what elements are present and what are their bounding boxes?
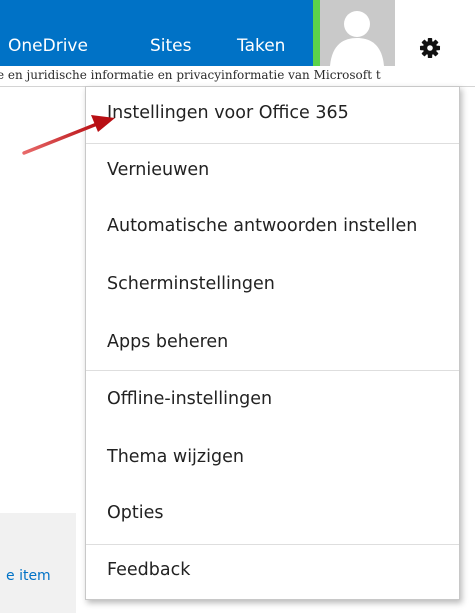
legal-privacy-text[interactable]: e en juridische informatie en privacyinf…	[0, 66, 381, 85]
user-avatar-icon	[330, 11, 384, 66]
menu-item-options[interactable]: Opties	[86, 487, 459, 543]
menu-item-display-settings[interactable]: Scherminstellingen	[86, 258, 459, 314]
menu-item-label: Automatische antwoorden instellen	[107, 216, 418, 236]
menu-item-feedback[interactable]: Feedback	[86, 545, 459, 601]
menu-item-label: Feedback	[107, 560, 191, 580]
top-navigation-bar: OneDrive Sites Taken	[0, 0, 475, 66]
settings-menu: Instellingen voor Office 365 Vernieuwen …	[85, 86, 460, 600]
left-pane-footer	[0, 513, 76, 613]
menu-item-label: Apps beheren	[107, 332, 229, 352]
menu-item-label: Offline-instellingen	[107, 389, 273, 409]
user-avatar-button[interactable]	[320, 0, 395, 66]
gear-icon	[420, 38, 440, 58]
settings-button[interactable]	[395, 0, 475, 66]
legal-privacy-bar: e en juridische informatie en privacyinf…	[0, 66, 475, 87]
menu-item-label: Thema wijzigen	[107, 447, 244, 467]
menu-item-label: Instellingen voor Office 365	[107, 103, 349, 123]
nav-taken[interactable]: Taken	[237, 36, 285, 56]
menu-item-label: Scherminstellingen	[107, 274, 275, 294]
menu-item-manage-apps[interactable]: Apps beheren	[86, 316, 459, 372]
menu-item-label: Vernieuwen	[107, 160, 210, 180]
menu-item-refresh[interactable]: Vernieuwen	[86, 144, 459, 200]
accent-stripe	[313, 0, 320, 66]
menu-item-office365-settings[interactable]: Instellingen voor Office 365	[86, 87, 459, 143]
menu-item-change-theme[interactable]: Thema wijzigen	[86, 431, 459, 487]
menu-item-offline-settings[interactable]: Offline-instellingen	[86, 371, 459, 427]
menu-item-automatic-replies[interactable]: Automatische antwoorden instellen	[86, 200, 459, 256]
nav-onedrive[interactable]: OneDrive	[8, 36, 88, 56]
nav-sites[interactable]: Sites	[150, 36, 192, 56]
background-item-link[interactable]: e item	[6, 568, 51, 584]
menu-item-label: Opties	[107, 503, 164, 523]
